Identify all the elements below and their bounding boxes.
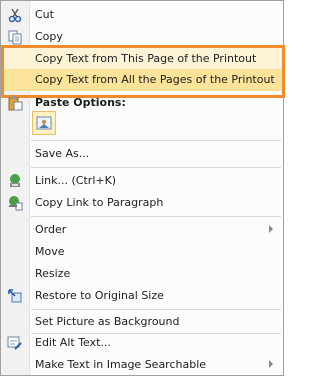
menu-item-restore-size[interactable]: Restore to Original Size	[1, 285, 283, 307]
menu-item-set-background[interactable]: Set Picture as Background	[1, 311, 283, 333]
menu-item-label: Resize	[35, 267, 71, 280]
paste-icon	[8, 96, 23, 111]
menu-item-label: Restore to Original Size	[35, 289, 164, 302]
menu-item-label: Copy	[35, 30, 63, 43]
submenu-arrow-icon	[269, 360, 273, 368]
menu-item-order[interactable]: Order	[1, 219, 283, 241]
menu-item-make-text-searchable[interactable]: Make Text in Image Searchable	[1, 354, 283, 376]
menu-item-label: Paste Options:	[35, 96, 126, 109]
menu-item-edit-alt-text[interactable]: Edit Alt Text...	[1, 332, 283, 354]
context-menu: Cut Copy Copy Text from This Page of the…	[0, 0, 285, 376]
menu-item-cut[interactable]: Cut	[1, 4, 283, 26]
paste-picture-button[interactable]	[32, 111, 56, 135]
menu-item-label: Order	[35, 223, 67, 236]
alt-text-icon	[7, 336, 22, 350]
menu-item-label: Save As...	[35, 147, 90, 160]
menu-item-label: Link... (Ctrl+K)	[35, 174, 117, 187]
menu-item-link[interactable]: Link... (Ctrl+K)	[1, 170, 283, 192]
menu-item-resize[interactable]: Resize	[1, 263, 283, 285]
picture-icon	[36, 116, 52, 130]
scissors-icon	[8, 8, 22, 23]
menu-item-label: Copy Link to Paragraph	[35, 196, 164, 209]
link-paragraph-icon	[9, 196, 23, 211]
menu-item-copy-link-paragraph[interactable]: Copy Link to Paragraph	[1, 192, 283, 214]
menu-item-move[interactable]: Move	[1, 241, 283, 263]
menu-item-label: Make Text in Image Searchable	[35, 358, 207, 371]
copy-icon	[8, 30, 22, 45]
link-icon	[10, 174, 20, 187]
menu-separator	[31, 309, 281, 310]
restore-size-icon	[8, 289, 22, 303]
menu-item-label: Set Picture as Background	[35, 315, 180, 328]
highlight-frame	[1, 45, 285, 98]
menu-item-label: Cut	[35, 8, 54, 21]
menu-item-label: Move	[35, 245, 65, 258]
menu-item-label: Edit Alt Text...	[35, 336, 111, 349]
menu-item-save-as[interactable]: Save As...	[1, 143, 283, 165]
menu-separator	[31, 140, 281, 141]
menu-separator	[31, 167, 281, 168]
menu-separator	[31, 216, 281, 217]
submenu-arrow-icon	[269, 225, 273, 233]
